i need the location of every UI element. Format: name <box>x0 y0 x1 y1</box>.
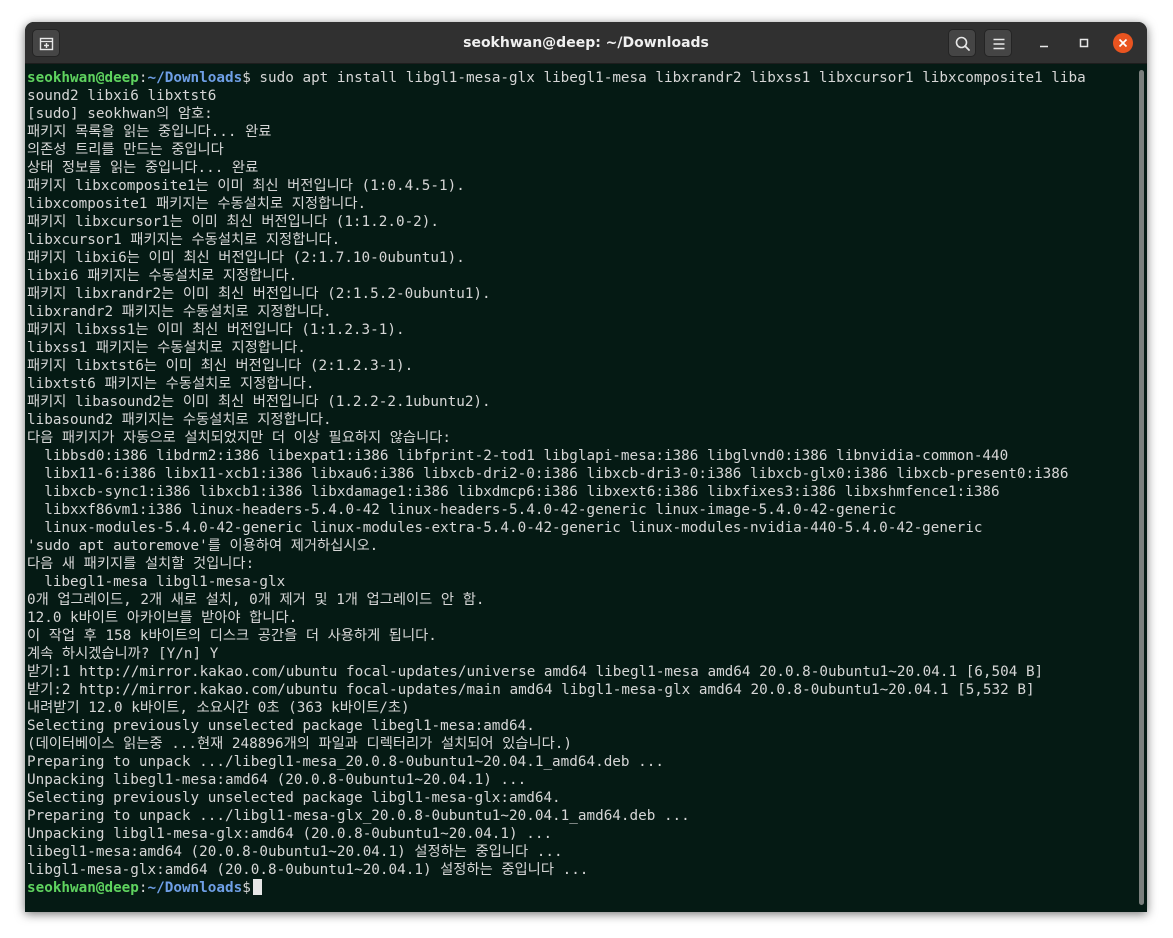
output-line: 패키지 libxrandr2는 이미 최신 버전입니다 (2:1.5.2-0ub… <box>27 286 491 302</box>
search-icon <box>955 36 970 51</box>
minimize-icon <box>1040 45 1048 48</box>
output-line: 받기:1 http://mirror.kakao.com/ubuntu foca… <box>27 664 1044 680</box>
output-line: 패키지 libxi6는 이미 최신 버전입니다 (2:1.7.10-0ubunt… <box>27 250 465 266</box>
prompt-symbol: $ <box>242 70 251 86</box>
output-line: 패키지 libxcursor1는 이미 최신 버전입니다 (1:1.2.0-2)… <box>27 214 439 230</box>
prompt-separator: : <box>138 880 148 896</box>
minimize-button[interactable] <box>1034 33 1054 53</box>
command-line: seokhwan@deep:~/Downloads$ sudo apt inst… <box>27 69 1132 87</box>
output-line: 다음 패키지가 자동으로 설치되었지만 더 이상 필요하지 않습니다: <box>27 430 451 446</box>
prompt-path: ~/Downloads <box>147 880 243 896</box>
output-line: Unpacking libgl1-mesa-glx:amd64 (20.0.8-… <box>27 826 553 842</box>
search-button[interactable] <box>948 29 976 57</box>
active-prompt-line[interactable]: seokhwan@deep:~/Downloads$ <box>27 879 1132 897</box>
output-line: libbsd0:i386 libdrm2:i386 libexpat1:i386… <box>27 448 1009 464</box>
output-lines: sound2 libxi6 libxtst6 [sudo] seokhwan의 암… <box>27 87 1132 879</box>
window-title: seokhwan@deep: ~/Downloads <box>463 35 709 51</box>
prompt-user-host: seokhwan@deep <box>27 880 139 896</box>
output-line: libgl1-mesa-glx:amd64 (20.0.8-0ubuntu1~2… <box>27 862 589 878</box>
output-line: 다음 새 패키지를 설치할 것입니다: <box>27 556 255 572</box>
maximize-icon <box>1079 38 1089 48</box>
output-line: libxtst6 패키지는 수동설치로 지정합니다. <box>27 376 315 392</box>
output-line: 'sudo apt autoremove'를 이용하여 제거하십시오. <box>27 538 379 554</box>
output-line: 계속 하시겠습니까? [Y/n] Y <box>27 646 219 662</box>
prompt-path: ~/Downloads <box>147 70 243 86</box>
terminal-window: seokhwan@deep: ~/Downloads seokhwan@deep… <box>25 22 1147 912</box>
output-line: 12.0 k바이트 아카이브를 받아야 합니다. <box>27 610 298 626</box>
text-cursor <box>252 879 262 895</box>
prompt-user-host: seokhwan@deep <box>27 70 139 86</box>
output-line: libxcb-sync1:i386 libxcb1:i386 libxdamag… <box>27 484 1000 500</box>
output-line: Preparing to unpack .../libgl1-mesa-glx_… <box>27 808 690 824</box>
output-line: Unpacking libegl1-mesa:amd64 (20.0.8-0ub… <box>27 772 527 788</box>
output-line: Selecting previously unselected package … <box>27 790 561 806</box>
output-line: (데이터베이스 읽는중 ...현재 248896개의 파일과 디렉터리가 설치되… <box>27 736 572 752</box>
output-line: 패키지 목록을 읽는 중입니다... 완료 <box>27 124 272 140</box>
output-line: sound2 libxi6 libxtst6 <box>27 88 217 104</box>
output-line: linux-modules-5.4.0-42-generic linux-mod… <box>27 520 983 536</box>
output-line: libxxf86vm1:i386 linux-headers-5.4.0-42 … <box>27 502 897 518</box>
output-line: libegl1-mesa libgl1-mesa-glx <box>27 574 286 590</box>
output-line: 상태 정보를 읽는 중입니다... 완료 <box>27 160 259 176</box>
close-icon <box>1118 38 1128 48</box>
output-line: libxi6 패키지는 수동설치로 지정합니다. <box>27 268 298 284</box>
output-line: Preparing to unpack .../libegl1-mesa_20.… <box>27 754 664 770</box>
output-line: libxcursor1 패키지는 수동설치로 지정합니다. <box>27 232 341 248</box>
terminal-area[interactable]: seokhwan@deep:~/Downloads$ sudo apt inst… <box>25 64 1147 912</box>
output-line: 패키지 libxcomposite1는 이미 최신 버전입니다 (1:0.4.5… <box>27 178 465 194</box>
prompt-symbol: $ <box>242 880 251 896</box>
output-line: 패키지 libxss1는 이미 최신 버전입니다 (1:1.2.3-1). <box>27 322 405 338</box>
output-line: libxss1 패키지는 수동설치로 지정합니다. <box>27 340 306 356</box>
title-bar[interactable]: seokhwan@deep: ~/Downloads <box>25 22 1147 64</box>
output-line: Selecting previously unselected package … <box>27 718 535 734</box>
output-line: 이 작업 후 158 k바이트의 디스크 공간을 더 사용하게 됩니다. <box>27 628 437 644</box>
terminal-output: seokhwan@deep:~/Downloads$ sudo apt inst… <box>27 69 1132 897</box>
prompt-separator: : <box>138 70 148 86</box>
output-line: libxrandr2 패키지는 수동설치로 지정합니다. <box>27 304 332 320</box>
output-line: libegl1-mesa:amd64 (20.0.8-0ubuntu1~20.0… <box>27 844 563 860</box>
output-line: libxcomposite1 패키지는 수동설치로 지정합니다. <box>27 196 367 212</box>
output-line: [sudo] seokhwan의 암호: <box>27 106 213 122</box>
output-line: 패키지 libxtst6는 이미 최신 버전입니다 (2:1.2.3-1). <box>27 358 414 374</box>
output-line: libasound2 패키지는 수동설치로 지정합니다. <box>27 412 332 428</box>
hamburger-menu-icon <box>993 38 1005 50</box>
close-button[interactable] <box>1113 33 1133 53</box>
maximize-button[interactable] <box>1074 33 1094 53</box>
scrollbar[interactable] <box>1139 70 1144 905</box>
menu-button[interactable] <box>984 29 1012 57</box>
output-line: 내려받기 12.0 k바이트, 소요시간 0초 (363 k바이트/초) <box>27 700 410 716</box>
output-line: 0개 업그레이드, 2개 새로 설치, 0개 제거 및 1개 업그레이드 안 함… <box>27 592 485 608</box>
output-line: 의존성 트리를 만드는 중입니다 <box>27 142 224 158</box>
command-text: sudo apt install libgl1-mesa-glx libegl1… <box>250 70 1086 86</box>
output-line: libx11-6:i386 libx11-xcb1:i386 libxau6:i… <box>27 466 1069 482</box>
output-line: 패키지 libasound2는 이미 최신 버전입니다 (1.2.2-2.1ub… <box>27 394 491 410</box>
output-line: 받기:2 http://mirror.kakao.com/ubuntu foca… <box>27 682 1035 698</box>
